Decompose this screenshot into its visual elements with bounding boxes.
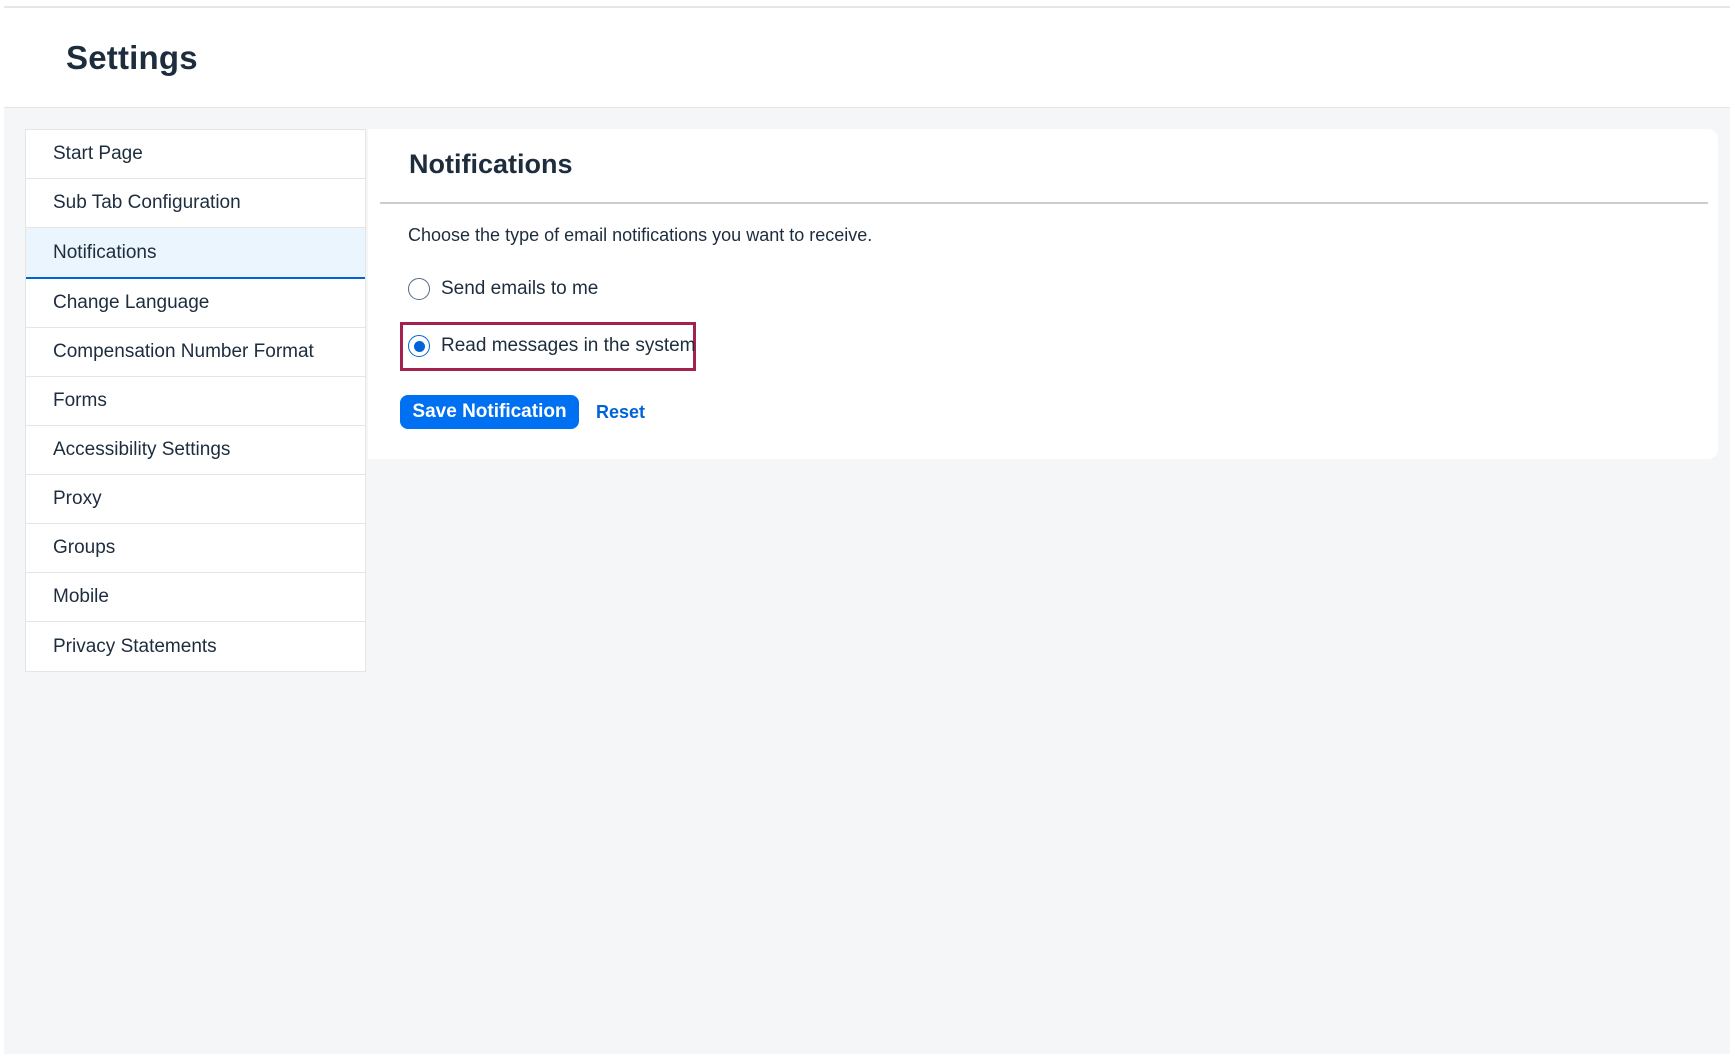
sidebar-item-forms[interactable]: Forms	[26, 377, 365, 426]
content-area: Start Page Sub Tab Configuration Notific…	[4, 108, 1730, 1054]
sidebar-item-sub-tab-configuration[interactable]: Sub Tab Configuration	[26, 179, 365, 228]
sidebar-item-proxy[interactable]: Proxy	[26, 475, 365, 524]
panel-divider	[380, 202, 1708, 204]
sidebar-item-change-language[interactable]: Change Language	[26, 279, 365, 328]
app-frame: Settings Start Page Sub Tab Configuratio…	[4, 6, 1730, 1054]
radio-button-unchecked[interactable]	[408, 278, 430, 300]
notifications-panel: Notifications Choose the type of email n…	[368, 129, 1718, 459]
save-notification-button[interactable]: Save Notification	[400, 395, 579, 429]
sidebar-item-mobile[interactable]: Mobile	[26, 573, 365, 622]
radio-button-checked[interactable]	[408, 335, 430, 357]
sidebar-item-groups[interactable]: Groups	[26, 524, 365, 573]
settings-sidebar: Start Page Sub Tab Configuration Notific…	[25, 129, 366, 672]
sidebar-item-privacy-statements[interactable]: Privacy Statements	[26, 622, 365, 671]
sidebar-item-compensation-number-format[interactable]: Compensation Number Format	[26, 328, 365, 377]
radio-label-send-emails: Send emails to me	[441, 278, 599, 299]
page-title: Settings	[66, 38, 198, 76]
sidebar-item-accessibility-settings[interactable]: Accessibility Settings	[26, 426, 365, 475]
reset-button[interactable]: Reset	[596, 402, 645, 423]
radio-option-send-emails[interactable]: Send emails to me	[408, 278, 598, 300]
sidebar-item-start-page[interactable]: Start Page	[26, 130, 365, 179]
page-header: Settings	[4, 8, 1730, 108]
radio-option-read-messages[interactable]: Read messages in the system	[408, 335, 696, 357]
panel-title: Notifications	[409, 149, 573, 179]
radio-label-read-messages: Read messages in the system	[441, 335, 696, 356]
panel-description: Choose the type of email notifications y…	[408, 225, 873, 245]
radio-selected-dot	[413, 340, 425, 352]
sidebar-item-notifications[interactable]: Notifications	[26, 228, 365, 279]
